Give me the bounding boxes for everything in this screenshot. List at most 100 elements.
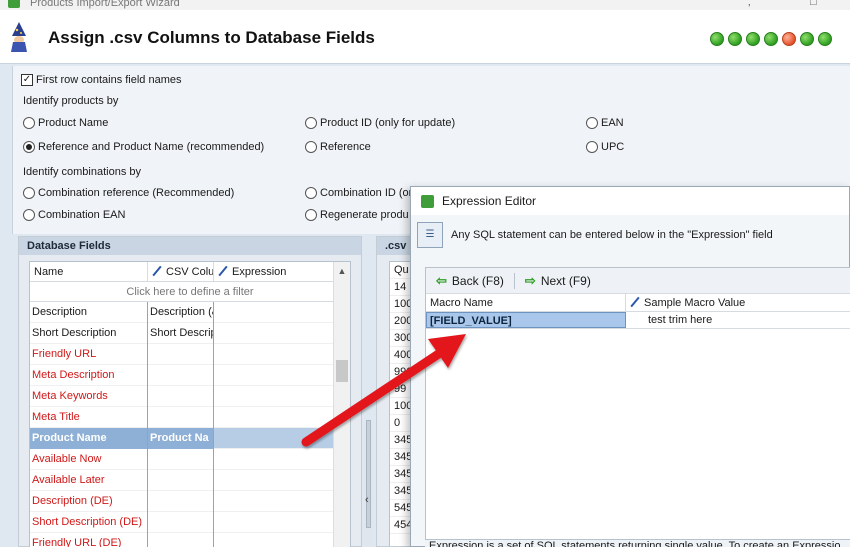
field-name-cell[interactable]: Short Description (DE) [30,511,148,533]
minimize-icon[interactable]: ‚ [748,0,750,8]
expression-cell[interactable] [214,344,330,365]
field-name-cell[interactable]: Short Description [30,322,148,344]
csv-column-cell[interactable] [148,385,214,407]
field-name-cell[interactable]: Friendly URL (DE) [30,532,148,547]
table-row[interactable]: Meta Keywords [30,385,350,407]
table-row[interactable]: Available Later [30,469,350,491]
radio-combination-reference[interactable]: Combination reference (Recommended) [23,187,234,199]
grid-header: Name CSV Colu Expression [30,262,350,282]
table-row[interactable]: Friendly URL [30,343,350,365]
macro-name-cell[interactable]: [FIELD_VALUE] [426,312,626,328]
macro-value-cell[interactable]: test trim here [626,312,712,328]
column-name[interactable]: Name [30,262,148,282]
table-row[interactable]: Meta Description [30,364,350,386]
field-name-cell[interactable]: Description [30,301,148,323]
radio-reference[interactable]: Reference [305,141,371,153]
csv-column-cell[interactable] [148,406,214,428]
field-name-cell[interactable]: Available Later [30,469,148,491]
expression-cell[interactable] [214,533,330,547]
radio-circle[interactable] [305,117,317,129]
table-row[interactable]: Available Now [30,448,350,470]
step-dot [818,32,832,46]
radio-circle[interactable] [586,141,598,153]
scroll-thumb[interactable] [336,360,348,382]
table-row[interactable]: Meta Title [30,406,350,428]
expression-cell[interactable] [214,302,330,323]
radio-combination-ean[interactable]: Combination EAN [23,209,125,221]
expression-cell[interactable] [214,365,330,386]
page-title: Assign .csv Columns to Database Fields [48,28,375,47]
expression-cell[interactable] [214,386,330,407]
table-row[interactable]: Description (DE) [30,490,350,512]
macro-name-column[interactable]: Macro Name [426,294,626,311]
grid-scrollbar[interactable]: ▲ [333,262,350,547]
radio-circle[interactable] [23,117,35,129]
field-name-cell[interactable]: Description (DE) [30,490,148,512]
radio-circle[interactable] [23,141,35,153]
csv-column-cell[interactable] [148,364,214,386]
radio-circle[interactable] [305,209,317,221]
macro-value-column[interactable]: Sample Macro Value [626,294,745,311]
app-icon [8,0,20,8]
next-button[interactable]: ⇨ Next (F9) [521,271,595,291]
csv-column-cell[interactable]: Description (& [148,301,214,323]
radio-circle[interactable] [305,187,317,199]
table-row[interactable]: Product Name Product Na [30,427,350,449]
back-button[interactable]: ⇦ Back (F8) [432,271,508,291]
expression-cell[interactable] [214,407,330,428]
macro-row[interactable]: [FIELD_VALUE] test trim here [426,312,850,329]
table-row[interactable]: Short Description (DE) [30,511,350,533]
radio-ean[interactable]: EAN [586,117,624,129]
expression-cell[interactable] [214,428,330,449]
expression-cell[interactable] [214,512,330,533]
wizard-header: Assign .csv Columns to Database Fields [0,10,850,64]
csv-column-cell[interactable] [148,490,214,512]
column-label: CSV Colu [166,265,214,278]
field-name-cell[interactable]: Meta Description [30,364,148,386]
csv-column-cell[interactable] [148,511,214,533]
expression-cell[interactable] [214,449,330,470]
csv-column-cell[interactable] [148,343,214,365]
radio-upc[interactable]: UPC [586,141,624,153]
radio-circle[interactable] [305,141,317,153]
column-expression[interactable]: Expression [214,262,330,282]
splitter-bar[interactable] [366,420,371,528]
checkbox-box[interactable]: ✓ [21,74,33,86]
expression-cell[interactable] [214,323,330,344]
field-name-cell[interactable]: Product Name [30,427,148,449]
radio-regenerate[interactable]: Regenerate produ [305,209,409,221]
toolbar-divider [513,272,515,289]
radio-combination-id[interactable]: Combination ID (or [305,187,412,199]
radio-product-id[interactable]: Product ID (only for update) [305,117,455,129]
field-name-cell[interactable]: Meta Title [30,406,148,428]
field-name-cell[interactable]: Friendly URL [30,343,148,365]
expression-cell[interactable] [214,470,330,491]
step-dot [746,32,760,46]
csv-column-cell[interactable] [148,532,214,547]
csv-column-cell[interactable]: Short Descrip [148,322,214,344]
radio-reference-and-name[interactable]: Reference and Product Name (recommended) [23,141,264,153]
collapse-left-icon[interactable]: ‹ [365,494,369,506]
table-row[interactable]: Short Description Short Descrip [30,322,350,344]
radio-circle[interactable] [23,187,35,199]
table-row[interactable]: Friendly URL (DE) [30,532,350,547]
table-row[interactable]: Description Description (& [30,301,350,323]
panel-splitter[interactable]: ‹ [364,420,374,547]
database-fields-grid: Name CSV Colu Expression Click here to d… [29,261,351,547]
filter-row[interactable]: Click here to define a filter [30,282,350,302]
csv-column-cell[interactable]: Product Na [148,427,214,449]
column-csv[interactable]: CSV Colu [148,262,214,282]
radio-circle[interactable] [586,117,598,129]
radio-circle[interactable] [23,209,35,221]
step-dot [800,32,814,46]
field-name-cell[interactable]: Meta Keywords [30,385,148,407]
field-name-cell[interactable]: Available Now [30,448,148,470]
expression-cell[interactable] [214,491,330,512]
scroll-up-icon[interactable]: ▲ [334,262,350,280]
first-row-checkbox[interactable]: ✓ First row contains field names [21,74,182,86]
dialog-info: ☰ Any SQL statement can be entered below… [417,221,850,249]
csv-column-cell[interactable] [148,469,214,491]
radio-product-name[interactable]: Product Name [23,117,108,129]
csv-column-cell[interactable] [148,448,214,470]
maximize-icon[interactable]: □ [810,0,817,8]
